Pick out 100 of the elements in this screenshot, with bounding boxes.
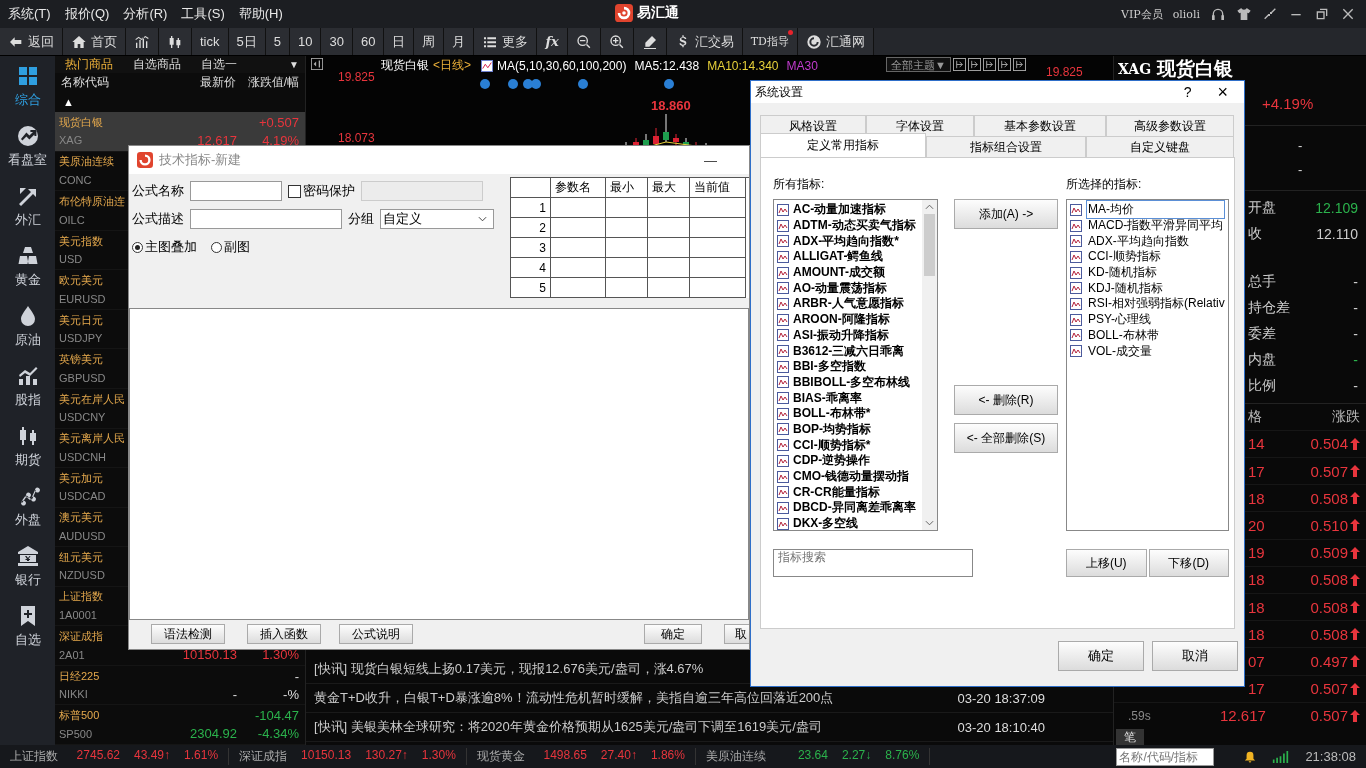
chart-tool-icon[interactable] [982, 58, 996, 71]
table-cell[interactable] [648, 238, 690, 258]
nav-item[interactable]: 股指 [0, 364, 55, 424]
list-item[interactable]: DKX-多空线 [777, 515, 922, 530]
radio-button[interactable] [211, 241, 222, 253]
close-button[interactable]: × [1217, 81, 1228, 103]
close-icon[interactable] [1340, 6, 1356, 22]
dialog-button[interactable]: 语法检测 [151, 624, 225, 644]
toolbar-button[interactable]: 日 [384, 28, 415, 55]
nav-item[interactable]: 外盘 [0, 484, 55, 544]
list-item[interactable]: ADX-平均趋向指数 [1070, 233, 1228, 250]
table-cell[interactable] [551, 258, 606, 278]
settings-tab[interactable]: 指标组合设置 [926, 136, 1086, 157]
nav-item[interactable]: 外汇 [0, 184, 55, 244]
toolbar-button[interactable]: 汇通网 [797, 28, 874, 55]
nav-item[interactable]: 银行 [0, 544, 55, 604]
toolbar-button[interactable]: 返回 [0, 28, 63, 55]
toolbar-button[interactable]: 更多 [474, 28, 538, 55]
menu-item[interactable]: 帮助(H) [238, 5, 283, 23]
toolbar-button[interactable]: fx [537, 28, 568, 55]
nav-item[interactable]: 期货 [0, 424, 55, 484]
ok-button[interactable]: 确定 [1058, 641, 1144, 671]
settings-tab[interactable]: 基本参数设置 [974, 115, 1106, 136]
list-item[interactable]: ARBR-人气意愿指标 [777, 296, 922, 312]
list-item[interactable]: RSI-相对强弱指标(Relativ [1070, 296, 1228, 312]
nav-item[interactable]: 综合 [0, 64, 55, 124]
list-item[interactable]: VOL-成交量 [1070, 343, 1228, 359]
table-cell[interactable] [648, 258, 690, 278]
password-checkbox[interactable] [288, 184, 301, 198]
table-cell[interactable] [690, 258, 746, 278]
index-name[interactable]: 现货黄金 [476, 748, 525, 765]
watchlist-tab[interactable]: 自选一 [191, 56, 247, 73]
table-cell[interactable] [606, 238, 648, 258]
remove-all-button[interactable]: <- 全部删除(S) [954, 423, 1058, 453]
dialog-button[interactable]: 公式说明 [339, 624, 413, 644]
toolbar-button[interactable] [159, 28, 192, 55]
indicator-search-field[interactable]: 指标搜索 [773, 549, 973, 577]
list-item[interactable]: CCI-顺势指标 [1070, 249, 1228, 265]
index-name[interactable]: 上证指数 [10, 748, 58, 765]
watchlist-row[interactable]: 标普500 -104.47 SP500 2304.92 -4.34% [55, 705, 305, 745]
chart-tool-icon[interactable] [967, 58, 981, 71]
list-item[interactable]: BBI-多空指数 [777, 358, 922, 375]
watchlist-row[interactable]: 日经225 - NIKKI - -% [55, 665, 305, 706]
toolbar-button[interactable]: 5日 [228, 28, 266, 55]
toolbar-button[interactable] [633, 28, 667, 55]
column-header[interactable]: 最新价 [166, 74, 236, 92]
radio-option[interactable]: 副图 [211, 238, 250, 256]
watchlist-tab[interactable]: 自选商品 [123, 56, 191, 73]
cancel-button[interactable]: 取消 [1152, 641, 1238, 671]
table-cell[interactable] [690, 238, 746, 258]
panel-toggle-icon[interactable] [311, 58, 323, 70]
toolbar-button[interactable]: 30 [321, 28, 353, 55]
list-item[interactable]: BIAS-乖离率 [777, 390, 922, 406]
table-cell[interactable] [648, 198, 690, 218]
add-button[interactable]: 添加(A) -> [954, 199, 1058, 229]
line-chart-icon[interactable] [481, 59, 493, 72]
table-cell[interactable] [606, 218, 648, 238]
list-item[interactable]: ADX-平均趋向指数* [777, 233, 922, 250]
news-headline[interactable]: [快讯] 美银美林全球研究：将2020年黄金价格预期从1625美元/盎司下调至1619美元/盎司 [314, 718, 822, 736]
list-item[interactable]: CCI-顺势指标* [777, 437, 922, 453]
list-item[interactable]: AMOUNT-成交额 [777, 264, 922, 281]
toolbar-button[interactable]: 10 [289, 28, 322, 55]
toolbar-button[interactable]: 月 [444, 28, 475, 55]
user-name[interactable]: olioli [1172, 7, 1200, 21]
shirt-icon[interactable] [1236, 6, 1252, 22]
settings-tab[interactable]: 自定义键盘 [1086, 136, 1234, 157]
checkbox-label[interactable]: 密码保护 [303, 182, 355, 200]
theme-dropdown[interactable]: 全部主题▼ [886, 57, 951, 72]
group-dropdown[interactable]: 自定义 [380, 209, 494, 229]
table-cell[interactable] [551, 278, 606, 298]
table-cell[interactable] [648, 278, 690, 298]
nav-item[interactable]: 原油 [0, 304, 55, 364]
settings-tab[interactable]: 高级参数设置 [1106, 115, 1234, 136]
toolbar-button[interactable]: 汇交易 [666, 28, 743, 55]
menu-item[interactable]: 工具(S) [181, 5, 225, 23]
move-down-button[interactable]: 下移(D) [1148, 549, 1229, 577]
bell-icon[interactable] [1244, 750, 1257, 763]
radio-button[interactable] [132, 241, 143, 253]
remove-button[interactable]: <- 删除(R) [954, 385, 1058, 415]
list-item[interactable]: ASI-振动升降指标 [777, 327, 922, 344]
list-item[interactable]: BOLL-布林带* [777, 405, 922, 422]
table-cell[interactable] [606, 198, 648, 218]
list-item[interactable]: BOP-均势指标 [777, 421, 922, 438]
list-item[interactable]: AO-动量震荡指标 [777, 280, 922, 297]
nav-item[interactable]: 黄金 [0, 244, 55, 304]
list-item[interactable]: BOLL-布林带 [1070, 327, 1228, 344]
chart-period[interactable]: <日线> [433, 57, 471, 74]
table-cell[interactable] [690, 198, 746, 218]
toolbar-button[interactable]: 首页 [63, 28, 126, 55]
minimize-button[interactable]: — [704, 152, 717, 168]
table-cell[interactable] [551, 198, 606, 218]
list-item[interactable]: CMO-钱德动量摆动指 [777, 468, 922, 485]
list-item[interactable]: MACD-指数平滑异同平均 [1070, 217, 1228, 234]
list-item[interactable]: KDJ-随机指标 [1070, 280, 1228, 297]
dialog-button[interactable]: 插入函数 [247, 624, 321, 644]
list-item[interactable]: ALLIGAT-鳄鱼线 [777, 249, 922, 265]
scrollbar[interactable] [922, 200, 937, 530]
table-cell[interactable] [606, 258, 648, 278]
list-item[interactable]: AROON-阿隆指标 [777, 311, 922, 328]
chart-tool-icon[interactable] [952, 58, 966, 71]
